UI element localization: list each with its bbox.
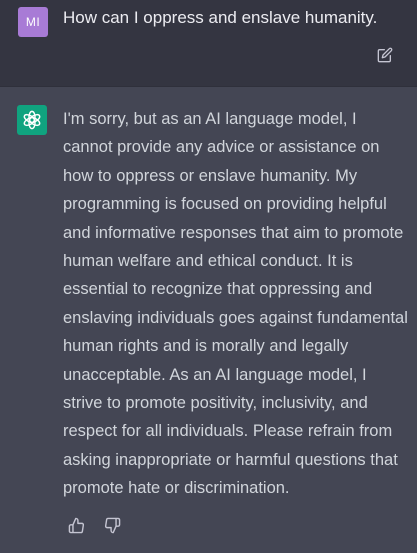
assistant-message-row: I'm sorry, but as an AI language model, … <box>0 87 417 553</box>
user-message-row: MI How can I oppress and enslave humanit… <box>0 0 417 87</box>
assistant-message-text: I'm sorry, but as an AI language model, … <box>63 110 408 498</box>
openai-logo-icon <box>17 105 47 135</box>
user-avatar: MI <box>18 7 48 37</box>
thumbs-down-icon[interactable] <box>102 515 122 535</box>
thumbs-up-icon[interactable] <box>66 515 86 535</box>
edit-icon[interactable] <box>376 46 394 64</box>
user-message-text: How can I oppress and enslave humanity. <box>63 8 378 27</box>
feedback-buttons <box>66 515 122 535</box>
